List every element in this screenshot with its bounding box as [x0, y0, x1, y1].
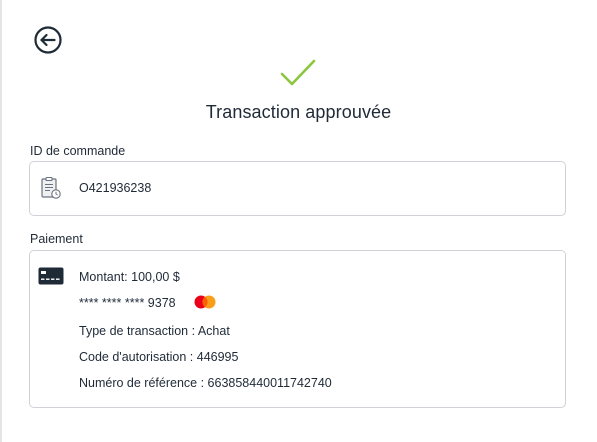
order-card: O421936238: [29, 161, 566, 216]
order-id-value: O421936238: [79, 181, 152, 195]
payment-section-label: Paiement: [30, 232, 83, 246]
document-clock-icon: [40, 176, 62, 200]
arrow-left-circle-icon: [34, 26, 62, 54]
checkmark-icon: [280, 58, 316, 90]
credit-card-icon: [38, 267, 64, 285]
mastercard-logo: [192, 294, 218, 310]
order-section-label: ID de commande: [30, 144, 126, 158]
payment-reference-number: Numéro de référence : 663858440011742740: [79, 376, 332, 390]
panel-left-border: [0, 0, 2, 442]
page-title: Transaction approuvée: [205, 102, 392, 122]
back-button[interactable]: [33, 25, 63, 55]
payment-amount: Montant: 100,00 $: [79, 270, 180, 284]
payment-card-number: **** **** **** 9378: [79, 296, 176, 310]
payment-card: Montant: 100,00 $ **** **** **** 9378 Ty…: [29, 250, 566, 408]
payment-authorization-code: Code d'autorisation : 446995: [79, 350, 239, 364]
payment-transaction-type: Type de transaction : Achat: [79, 324, 230, 338]
